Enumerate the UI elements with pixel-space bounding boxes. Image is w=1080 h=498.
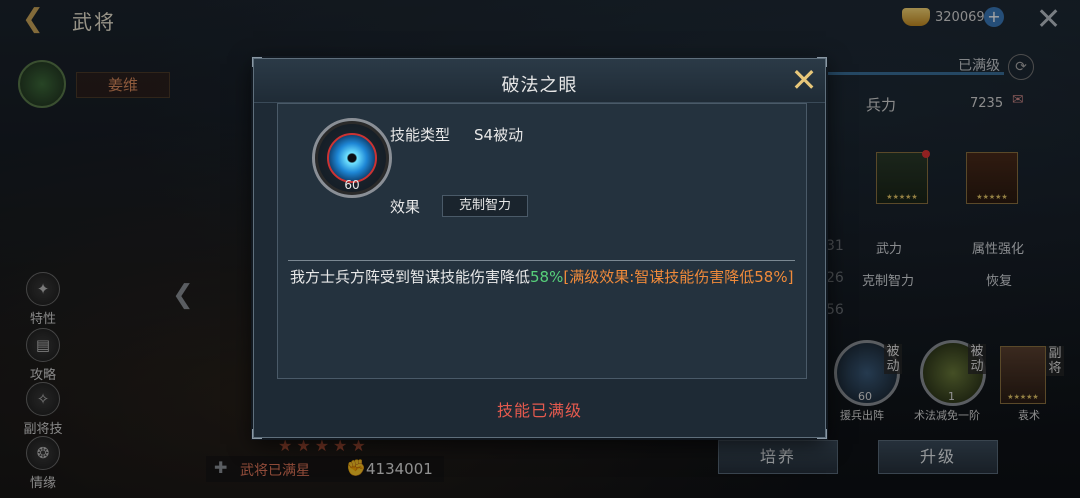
eye-vortex-icon [327, 133, 377, 183]
skill-type-value: S4被动 [474, 126, 524, 144]
effect-badge: 克制智力 [442, 195, 528, 217]
skill-icon: 60 [312, 118, 392, 198]
description-value: 58% [530, 268, 564, 286]
skill-info-panel: 60 技能类型 S4被动 效果 克制智力 我方士兵方阵受到智谋技能伤害降低58%… [277, 103, 807, 379]
dialog-title: 破法之眼 [501, 75, 578, 96]
dialog-header: 破法之眼 ✕ [254, 59, 825, 103]
divider [288, 260, 795, 261]
close-icon[interactable]: ✕ [788, 64, 820, 97]
effect-label: 效果 [390, 198, 421, 216]
skill-detail-dialog: 破法之眼 ✕ 60 技能类型 S4被动 效果 克制智力 我方士兵方阵受到智谋技能… [252, 57, 827, 439]
description-text: 我方士兵方阵受到智谋技能伤害降低 [290, 268, 531, 286]
skill-icon-level: 60 [344, 178, 360, 192]
skill-maxed-status: 技能已满级 [496, 401, 582, 420]
skill-type-label: 技能类型 [390, 126, 451, 144]
dialog-corner-ornament [252, 429, 262, 439]
skill-description: 我方士兵方阵受到智谋技能伤害降低58%[满级效果:智谋技能伤害降低58%] [290, 268, 795, 286]
dialog-corner-ornament [817, 429, 827, 439]
max-level-effect: [满级效果:智谋技能伤害降低58%] [563, 268, 794, 286]
